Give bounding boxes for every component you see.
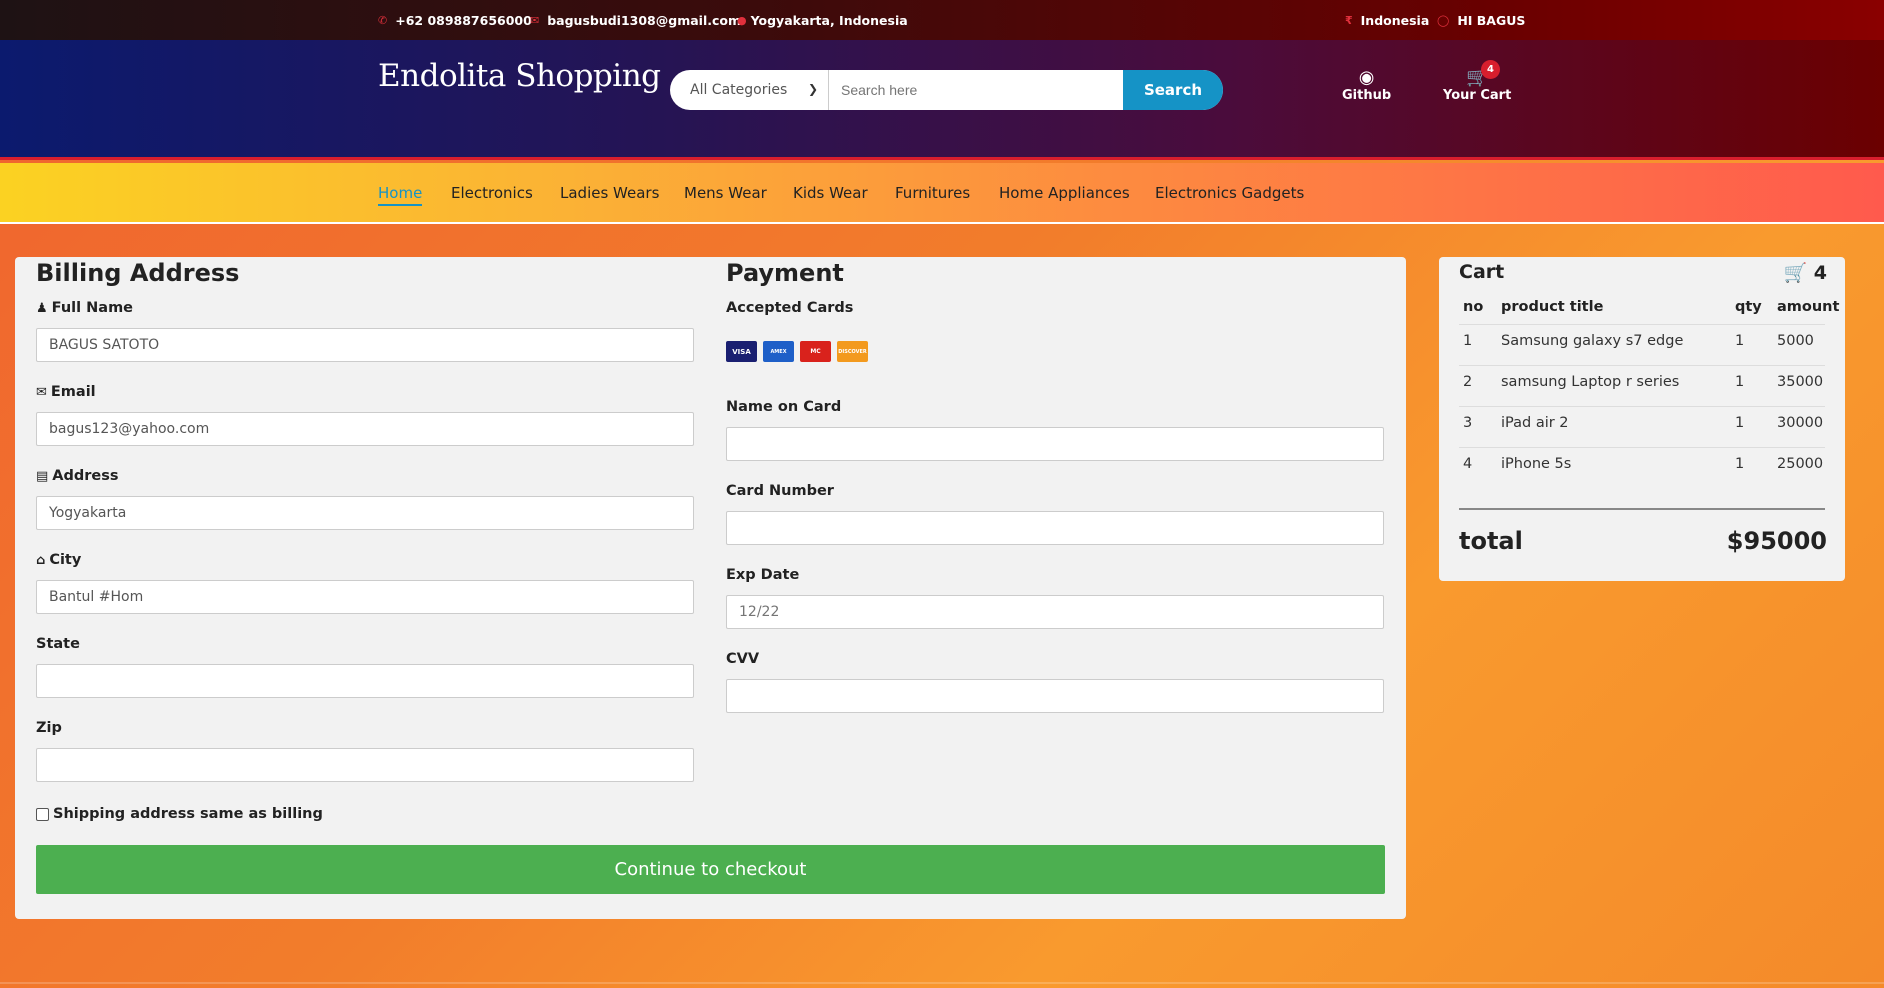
email-label: ✉ Email (36, 384, 96, 400)
github-link[interactable]: ◉ Github (1342, 67, 1392, 104)
shopping-cart-icon: 🛒 (1783, 262, 1808, 284)
total-divider (1459, 508, 1825, 510)
discover-icon: DISCOVER (837, 341, 868, 362)
shopping-cart-icon: 🛒 (1465, 67, 1489, 88)
nav-mens-wear[interactable]: Mens Wear (684, 184, 767, 202)
github-icon: ◉ (1358, 67, 1375, 88)
envelope-icon: ✉ (530, 14, 540, 27)
address-label: ▤ Address (36, 468, 119, 484)
col-no: no (1463, 299, 1484, 315)
address-card-icon: ▤ (36, 469, 49, 484)
nav-electronics-gadgets[interactable]: Electronics Gadgets (1155, 184, 1304, 202)
table-row: 4 iPhone 5s 1 25000 (1463, 456, 1824, 472)
card-number-field[interactable] (726, 511, 1384, 545)
name-on-card-field[interactable] (726, 427, 1384, 461)
nav-electronics[interactable]: Electronics (451, 184, 533, 202)
shipping-same-checkbox[interactable] (36, 807, 49, 821)
visa-icon: VISA (726, 341, 757, 362)
total-value: $95000 (1726, 527, 1827, 555)
mastercard-icon: MC (800, 341, 831, 362)
zip-label: Zip (36, 720, 62, 736)
location-text: Yogyakarta, Indonesia (750, 13, 908, 28)
zip-field[interactable] (36, 748, 694, 782)
name-on-card-label: Name on Card (726, 399, 842, 415)
email-info: ✉ bagusbudi1308@gmail.com (530, 13, 741, 28)
rupiah-icon: ₹ (1345, 14, 1353, 27)
col-amount: amount (1777, 299, 1840, 315)
map-marker-icon: ● (737, 14, 747, 27)
col-qty: qty (1735, 299, 1762, 315)
logo[interactable]: Endolita Shopping (378, 58, 661, 94)
institution-icon: ⌂ (36, 553, 46, 568)
location-info: ● Yogyakarta, Indonesia (737, 13, 908, 28)
nav-home-appliances[interactable]: Home Appliances (999, 184, 1130, 202)
cart-count: 🛒 4 (1783, 262, 1827, 284)
footer-divider (0, 982, 1884, 984)
nav-home[interactable]: Home (378, 184, 423, 206)
top-bar: ✆ +62 089887656000 ✉ bagusbudi1308@gmail… (0, 0, 1884, 40)
user-link[interactable]: ◯ HI BAGUS (1437, 13, 1525, 28)
user-icon: ♟ (36, 301, 48, 316)
accepted-cards-label: Accepted Cards (726, 300, 854, 316)
search-bar: All Categories ❯ Search (670, 70, 1223, 110)
cvv-label: CVV (726, 651, 760, 667)
category-select[interactable]: All Categories ❯ (670, 70, 829, 110)
total-label: total (1459, 527, 1523, 555)
phone-text: +62 089887656000 (395, 13, 532, 28)
search-button[interactable]: Search (1123, 70, 1223, 110)
state-label: State (36, 636, 80, 652)
accepted-cards: VISA AMEX MC DISCOVER (726, 341, 868, 362)
language-text: Indonesia (1360, 13, 1430, 28)
continue-checkout-button[interactable]: Continue to checkout (36, 845, 1385, 894)
nav-furnitures[interactable]: Furnitures (895, 184, 970, 202)
city-field[interactable] (36, 580, 694, 614)
full-name-field[interactable] (36, 328, 694, 362)
nav-ladies-wears[interactable]: Ladies Wears (560, 184, 659, 202)
billing-title: Billing Address (36, 259, 240, 287)
envelope-icon: ✉ (36, 385, 47, 400)
shipping-same-label: Shipping address same as billing (53, 806, 323, 822)
cart-link[interactable]: 🛒 Your Cart (1443, 67, 1512, 104)
state-field[interactable] (36, 664, 694, 698)
table-row: 3 iPad air 2 1 30000 (1459, 407, 1825, 448)
full-name-label: ♟ Full Name (36, 300, 134, 316)
table-row: 2 samsung Laptop r series 1 35000 (1459, 366, 1825, 407)
phone-info: ✆ +62 089887656000 (378, 13, 532, 28)
search-input[interactable] (829, 70, 1123, 110)
cvv-field[interactable] (726, 679, 1384, 713)
github-label: Github (1342, 88, 1392, 103)
col-product-title: product title (1501, 299, 1604, 315)
cart-table-header: no product title qty amount (1459, 297, 1839, 325)
header: Endolita Shopping All Categories ❯ Searc… (0, 40, 1884, 160)
city-label: ⌂ City (36, 552, 82, 568)
address-field[interactable] (36, 496, 694, 530)
card-number-label: Card Number (726, 483, 834, 499)
cart-label: Your Cart (1443, 88, 1512, 103)
shipping-same-checkbox-row[interactable]: Shipping address same as billing (36, 806, 323, 822)
chevron-down-icon: ❯ (807, 82, 818, 96)
cart-panel: Cart 🛒 4 no product title qty amount 1 S… (1439, 257, 1845, 581)
amex-icon: AMEX (763, 341, 794, 362)
nav-kids-wear[interactable]: Kids Wear (793, 184, 868, 202)
main-nav: Home Electronics Ladies Wears Mens Wear … (0, 163, 1884, 224)
user-icon: ◯ (1437, 14, 1450, 27)
table-row: 1 Samsung galaxy s7 edge 1 5000 (1459, 325, 1825, 366)
phone-icon: ✆ (378, 14, 388, 27)
user-text: HI BAGUS (1457, 13, 1526, 28)
exp-date-label: Exp Date (726, 567, 800, 583)
category-select-value: All Categories (690, 82, 788, 98)
language-link[interactable]: ₹ Indonesia (1345, 13, 1429, 28)
email-text: bagusbudi1308@gmail.com (547, 13, 742, 28)
email-field[interactable] (36, 412, 694, 446)
exp-date-field[interactable] (726, 595, 1384, 629)
payment-title: Payment (726, 259, 844, 287)
cart-title: Cart (1459, 261, 1505, 283)
cart-count-badge: 4 (1481, 60, 1500, 79)
